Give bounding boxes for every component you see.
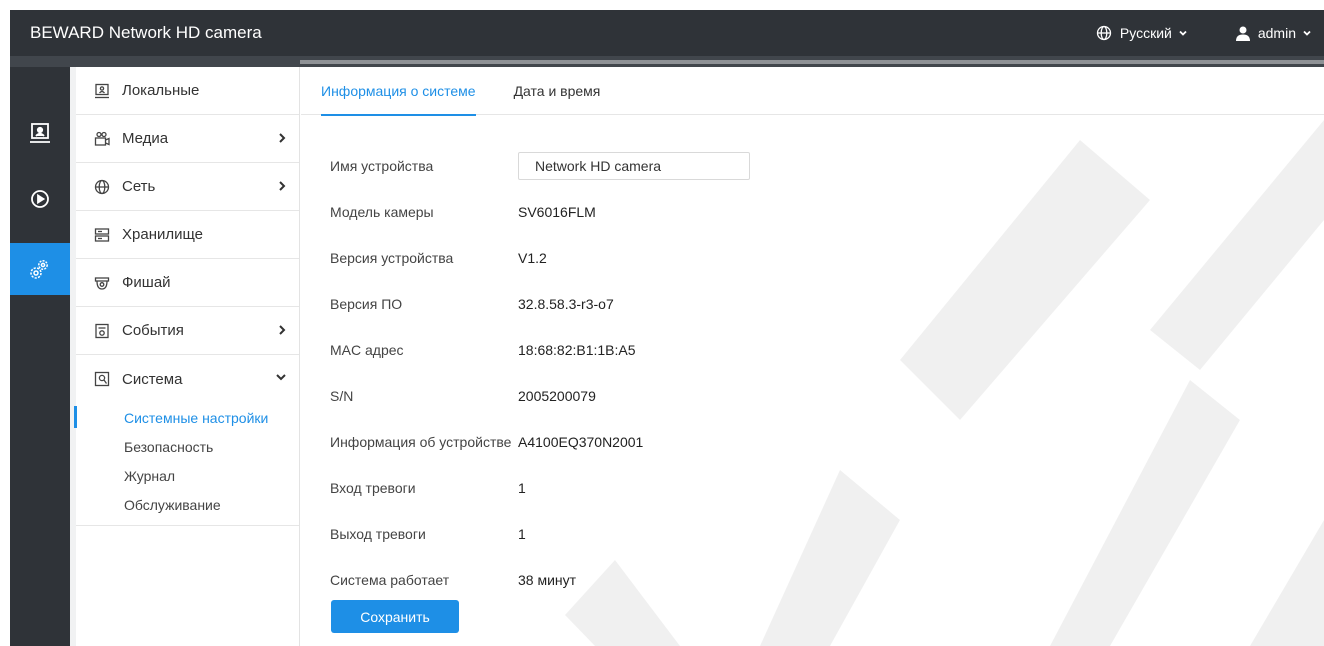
settings-icon bbox=[30, 260, 48, 279]
field-value: 1 bbox=[518, 526, 526, 542]
field-label: Система работает bbox=[330, 572, 450, 588]
chevron-right-icon bbox=[279, 325, 286, 335]
field-value: 38 минут bbox=[518, 572, 577, 588]
fisheye-icon bbox=[94, 275, 110, 291]
system-icon bbox=[94, 371, 110, 387]
side-menu: Локальные Медиа Сеть Хранилище Фишай Соб… bbox=[74, 67, 300, 646]
field-label: Версия устройства bbox=[330, 250, 454, 266]
menu-item-label: Медиа bbox=[122, 130, 169, 147]
submenu-security[interactable]: Безопасность bbox=[76, 432, 299, 461]
field-label: Модель камеры bbox=[330, 204, 434, 220]
menu-item-fisheye[interactable]: Фишай bbox=[76, 259, 299, 307]
left-rail bbox=[10, 67, 70, 646]
menu-item-system[interactable]: Система bbox=[76, 355, 299, 403]
menu-item-storage[interactable]: Хранилище bbox=[76, 211, 299, 259]
form-row: Информация об устройстве A4100EQ370N2001 bbox=[330, 419, 750, 465]
menu-item-media[interactable]: Медиа bbox=[76, 115, 299, 163]
field-label: Выход тревоги bbox=[330, 526, 426, 542]
field-label: Информация об устройстве bbox=[330, 434, 512, 450]
menu-item-label: Хранилище bbox=[122, 226, 203, 243]
chevron-right-icon bbox=[279, 181, 286, 191]
chevron-right-icon bbox=[279, 133, 286, 143]
submenu-log[interactable]: Журнал bbox=[76, 461, 299, 490]
user-icon bbox=[1235, 26, 1250, 41]
events-icon bbox=[94, 323, 110, 339]
content-top-strip bbox=[300, 60, 1324, 64]
field-label: MAC адрес bbox=[330, 342, 404, 358]
rail-playback[interactable] bbox=[10, 173, 70, 225]
menu-item-label: Сеть bbox=[122, 178, 156, 195]
system-submenu: Системные настройки Безопасность Журнал … bbox=[74, 403, 299, 526]
menu-item-label: Локальные bbox=[122, 82, 200, 99]
form-row: Система работает 38 минут bbox=[330, 557, 750, 603]
form-row: Выход тревоги 1 bbox=[330, 511, 750, 557]
menu-item-local[interactable]: Локальные bbox=[76, 67, 299, 115]
user-menu[interactable]: admin bbox=[1235, 25, 1320, 41]
rail-live-view[interactable] bbox=[10, 107, 70, 159]
tab-system-info[interactable]: Информация о системе bbox=[321, 67, 476, 116]
field-value: A4100EQ370N2001 bbox=[518, 434, 644, 450]
rail-settings[interactable] bbox=[10, 243, 70, 295]
tab-bar: Информация о системе Дата и время bbox=[301, 67, 1324, 116]
field-value: 2005200079 bbox=[518, 388, 596, 404]
form-row: Модель камеры SV6016FLM bbox=[330, 189, 750, 235]
top-bar: BEWARD Network HD camera Русский admin bbox=[10, 10, 1324, 56]
live-view-icon bbox=[30, 123, 50, 143]
chevron-down-icon bbox=[276, 374, 286, 381]
globe-icon bbox=[94, 179, 110, 195]
form-row: MAC адрес 18:68:82:B1:1B:A5 bbox=[330, 327, 750, 373]
user-name: admin bbox=[1257, 25, 1296, 41]
device-name-label: Имя устройства bbox=[330, 158, 434, 174]
top-right-controls: Русский admin bbox=[1096, 25, 1324, 41]
app-title: BEWARD Network HD camera bbox=[30, 23, 262, 42]
storage-icon bbox=[94, 227, 110, 243]
form-row-device-name: Имя устройства bbox=[330, 143, 750, 189]
menu-item-network[interactable]: Сеть bbox=[76, 163, 299, 211]
menu-item-label: Фишай bbox=[122, 274, 171, 291]
menu-item-events[interactable]: События bbox=[76, 307, 299, 355]
field-label: Версия ПО bbox=[330, 296, 403, 312]
playback-icon bbox=[31, 190, 49, 208]
save-button[interactable]: Сохранить bbox=[331, 600, 459, 633]
field-value: 32.8.58.3-r3-o7 bbox=[518, 296, 614, 312]
field-value: SV6016FLM bbox=[518, 204, 596, 220]
menu-item-label: Система bbox=[122, 370, 183, 388]
field-label: S/N bbox=[330, 388, 354, 404]
device-name-input[interactable] bbox=[518, 152, 750, 180]
tab-date-time[interactable]: Дата и время bbox=[514, 67, 601, 115]
system-info-form: Имя устройства Модель камеры SV6016FLM В… bbox=[330, 143, 750, 603]
chevron-down-icon bbox=[1179, 30, 1187, 36]
form-row: Версия устройства V1.2 bbox=[330, 235, 750, 281]
field-value: V1.2 bbox=[518, 250, 547, 266]
globe-icon bbox=[1096, 25, 1112, 41]
menu-item-label: События bbox=[122, 322, 184, 339]
local-icon bbox=[94, 83, 110, 99]
chevron-down-icon bbox=[1303, 30, 1311, 36]
form-row: Вход тревоги 1 bbox=[330, 465, 750, 511]
language-selector[interactable]: Русский bbox=[1096, 25, 1196, 41]
submenu-system-settings[interactable]: Системные настройки bbox=[74, 403, 299, 432]
form-row: S/N 2005200079 bbox=[330, 373, 750, 419]
field-value: 18:68:82:B1:1B:A5 bbox=[518, 342, 636, 358]
form-row: Версия ПО 32.8.58.3-r3-o7 bbox=[330, 281, 750, 327]
media-icon bbox=[94, 131, 110, 147]
field-label: Вход тревоги bbox=[330, 480, 416, 496]
language-label: Русский bbox=[1119, 25, 1172, 41]
submenu-maintenance[interactable]: Обслуживание bbox=[76, 490, 299, 519]
field-value: 1 bbox=[518, 480, 526, 496]
main-content: Информация о системе Дата и время Имя ус… bbox=[301, 67, 1324, 646]
